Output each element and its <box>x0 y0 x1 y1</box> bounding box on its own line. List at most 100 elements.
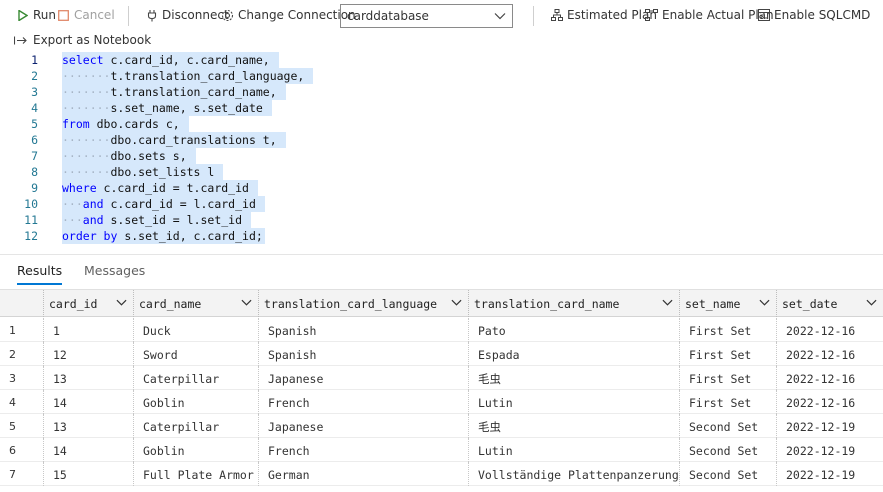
export-as-notebook-button[interactable]: Export as Notebook <box>14 32 151 48</box>
change-connection-button[interactable]: Change Connection <box>221 8 356 22</box>
table-cell[interactable]: First Set <box>679 390 776 414</box>
line-number: 3 <box>31 85 38 99</box>
column-header[interactable]: set_name <box>679 290 776 317</box>
database-select[interactable]: carddatabase <box>340 4 513 28</box>
table-cell[interactable]: First Set <box>679 342 776 366</box>
table-row[interactable]: 4 14 Goblin French Lutin First Set 2022-12-16 <box>0 390 883 414</box>
table-cell[interactable]: Caterpillar <box>133 366 258 390</box>
editor-line[interactable]: 9 where c.card_id = t.card_id <box>0 180 883 196</box>
table-row[interactable]: 3 13 Caterpillar Japanese 毛虫 First Set 2022-12… <box>0 366 883 390</box>
table-row[interactable]: 1 1 Duck Spanish Pato First Set 2022-12-16 <box>0 318 883 342</box>
table-cell[interactable]: French <box>258 438 468 462</box>
column-sort-chevron-icon[interactable] <box>866 297 877 311</box>
table-cell[interactable]: 2022-12-19 <box>776 438 883 462</box>
estimated-plan-button[interactable]: Estimated Plan <box>550 8 657 22</box>
table-cell[interactable]: Goblin <box>133 438 258 462</box>
whitespace-marker: ······· <box>62 165 111 179</box>
column-header[interactable]: translation_card_name <box>468 290 679 317</box>
table-cell[interactable]: 2022-12-16 <box>776 390 883 414</box>
column-sort-chevron-icon[interactable] <box>451 297 462 311</box>
table-cell[interactable]: Full Plate Armor <box>133 462 258 486</box>
table-cell[interactable]: 毛虫 <box>468 414 679 438</box>
row-number[interactable]: 2 <box>0 342 43 366</box>
table-cell[interactable]: 14 <box>43 438 133 462</box>
editor-line[interactable]: 8 ·······dbo.set_lists l <box>0 164 883 180</box>
table-cell[interactable]: 14 <box>43 390 133 414</box>
table-cell[interactable]: Lutin <box>468 438 679 462</box>
table-cell[interactable]: Vollständige Plattenpanzerung <box>468 462 679 486</box>
table-cell[interactable]: 13 <box>43 366 133 390</box>
column-header[interactable]: set_date <box>776 290 883 317</box>
editor-line[interactable]: 2 ·······t.translation_card_language, <box>0 68 883 84</box>
table-cell[interactable]: Japanese <box>258 414 468 438</box>
column-header[interactable]: translation_card_language <box>258 290 468 317</box>
table-cell[interactable]: Pato <box>468 318 679 342</box>
row-number[interactable]: 4 <box>0 390 43 414</box>
sql-text: s.set_id = l.set_id <box>103 213 249 227</box>
table-cell[interactable]: Lutin <box>468 390 679 414</box>
cancel-button[interactable]: Cancel <box>57 8 115 22</box>
table-cell[interactable]: First Set <box>679 366 776 390</box>
enable-sqlcmd-button[interactable]: Enable SQLCMD <box>757 8 870 22</box>
query-editor[interactable]: 1 select c.card_id, c.card_name, 2 ·······… <box>0 50 883 250</box>
table-row[interactable]: 6 14 Goblin French Lutin Second Set 2022-12-19 <box>0 438 883 462</box>
table-cell[interactable]: 2022-12-19 <box>776 414 883 438</box>
sql-text: c.card_id = t.card_id <box>96 181 256 195</box>
table-cell[interactable]: Spanish <box>258 342 468 366</box>
enable-actual-plan-button[interactable]: Enable Actual Plan <box>645 8 774 22</box>
editor-line[interactable]: 10 ···and c.card_id = l.card_id <box>0 196 883 212</box>
table-cell[interactable]: 12 <box>43 342 133 366</box>
table-row[interactable]: 7 15 Full Plate Armor German Vollständige Pl… <box>0 462 883 486</box>
column-header[interactable]: card_name <box>133 290 258 317</box>
table-cell[interactable]: Spanish <box>258 318 468 342</box>
tab-messages[interactable]: Messages <box>84 263 145 278</box>
column-sort-chevron-icon[interactable] <box>662 297 673 311</box>
table-cell[interactable]: Second Set <box>679 414 776 438</box>
editor-line[interactable]: 5 from dbo.cards c, <box>0 116 883 132</box>
editor-line[interactable]: 1 select c.card_id, c.card_name, <box>0 52 883 68</box>
table-row[interactable]: 5 13 Caterpillar Japanese 毛虫 Second Set 2022-1… <box>0 414 883 438</box>
table-cell[interactable]: Goblin <box>133 390 258 414</box>
table-cell[interactable]: 2022-12-16 <box>776 366 883 390</box>
table-cell[interactable]: 15 <box>43 462 133 486</box>
table-cell[interactable]: French <box>258 390 468 414</box>
editor-line[interactable]: 7 ·······dbo.sets s, <box>0 148 883 164</box>
table-cell[interactable]: 2022-12-16 <box>776 342 883 366</box>
editor-line[interactable]: 6 ·······dbo.card_translations t, <box>0 132 883 148</box>
table-cell[interactable]: 毛虫 <box>468 366 679 390</box>
table-cell[interactable]: Second Set <box>679 462 776 486</box>
editor-line[interactable]: 3 ·······t.translation_card_name, <box>0 84 883 100</box>
sql-text: s.set_name, s.set_date <box>110 101 270 115</box>
row-number[interactable]: 6 <box>0 438 43 462</box>
row-number[interactable]: 7 <box>0 462 43 486</box>
run-button[interactable]: Run <box>16 8 56 22</box>
column-sort-chevron-icon[interactable] <box>759 297 770 311</box>
editor-line[interactable]: 12 order by s.set_id, c.card_id; <box>0 228 883 244</box>
table-cell[interactable]: 1 <box>43 318 133 342</box>
row-number[interactable]: 3 <box>0 366 43 390</box>
export-as-notebook-label: Export as Notebook <box>33 33 152 47</box>
row-number[interactable]: 5 <box>0 414 43 438</box>
row-number[interactable]: 1 <box>0 318 43 342</box>
table-cell[interactable]: Japanese <box>258 366 468 390</box>
table-cell[interactable]: Sword <box>133 342 258 366</box>
disconnect-button[interactable]: Disconnect <box>145 8 229 22</box>
column-header-label: set_name <box>685 296 741 311</box>
table-cell[interactable]: Duck <box>133 318 258 342</box>
table-cell[interactable]: German <box>258 462 468 486</box>
editor-line[interactable]: 11 ···and s.set_id = l.set_id <box>0 212 883 228</box>
table-cell[interactable]: 13 <box>43 414 133 438</box>
table-cell[interactable]: Caterpillar <box>133 414 258 438</box>
table-cell[interactable]: 2022-12-16 <box>776 318 883 342</box>
table-cell[interactable]: Second Set <box>679 438 776 462</box>
column-header[interactable]: card_id <box>43 290 133 317</box>
tab-results[interactable]: Results <box>17 263 63 285</box>
editor-line[interactable]: 4 ·······s.set_name, s.set_date <box>0 100 883 116</box>
column-sort-chevron-icon[interactable] <box>241 297 252 311</box>
table-row[interactable]: 2 12 Sword Spanish Espada First Set 2022-12-16 <box>0 342 883 366</box>
table-cell[interactable]: Espada <box>468 342 679 366</box>
whitespace-marker: ··· <box>62 213 83 227</box>
table-cell[interactable]: First Set <box>679 318 776 342</box>
column-sort-chevron-icon[interactable] <box>116 297 127 311</box>
table-cell[interactable]: 2022-12-19 <box>776 462 883 486</box>
